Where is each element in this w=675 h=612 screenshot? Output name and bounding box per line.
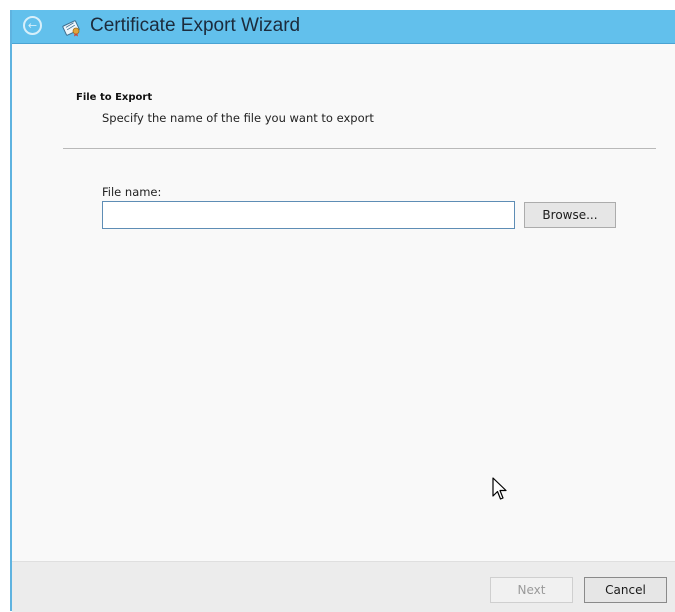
- page-subtitle: Specify the name of the file you want to…: [102, 111, 374, 125]
- file-name-input[interactable]: [102, 201, 515, 229]
- header-divider: [63, 148, 656, 149]
- window-title: Certificate Export Wizard: [90, 15, 301, 36]
- cancel-button[interactable]: Cancel: [584, 577, 667, 603]
- certificate-export-wizard-window: ← Certificate Export Wizard File to Expo…: [10, 10, 675, 612]
- browse-button[interactable]: Browse...: [524, 202, 616, 228]
- certificate-wizard-icon: [62, 20, 80, 37]
- wizard-footer: Next Cancel: [12, 561, 675, 612]
- mouse-pointer-icon: [492, 477, 507, 500]
- file-name-label: File name:: [102, 185, 162, 199]
- page-title: File to Export: [76, 92, 153, 103]
- next-button[interactable]: Next: [490, 577, 573, 603]
- back-arrow-icon[interactable]: ←: [23, 16, 42, 35]
- title-bar: ← Certificate Export Wizard: [12, 10, 675, 44]
